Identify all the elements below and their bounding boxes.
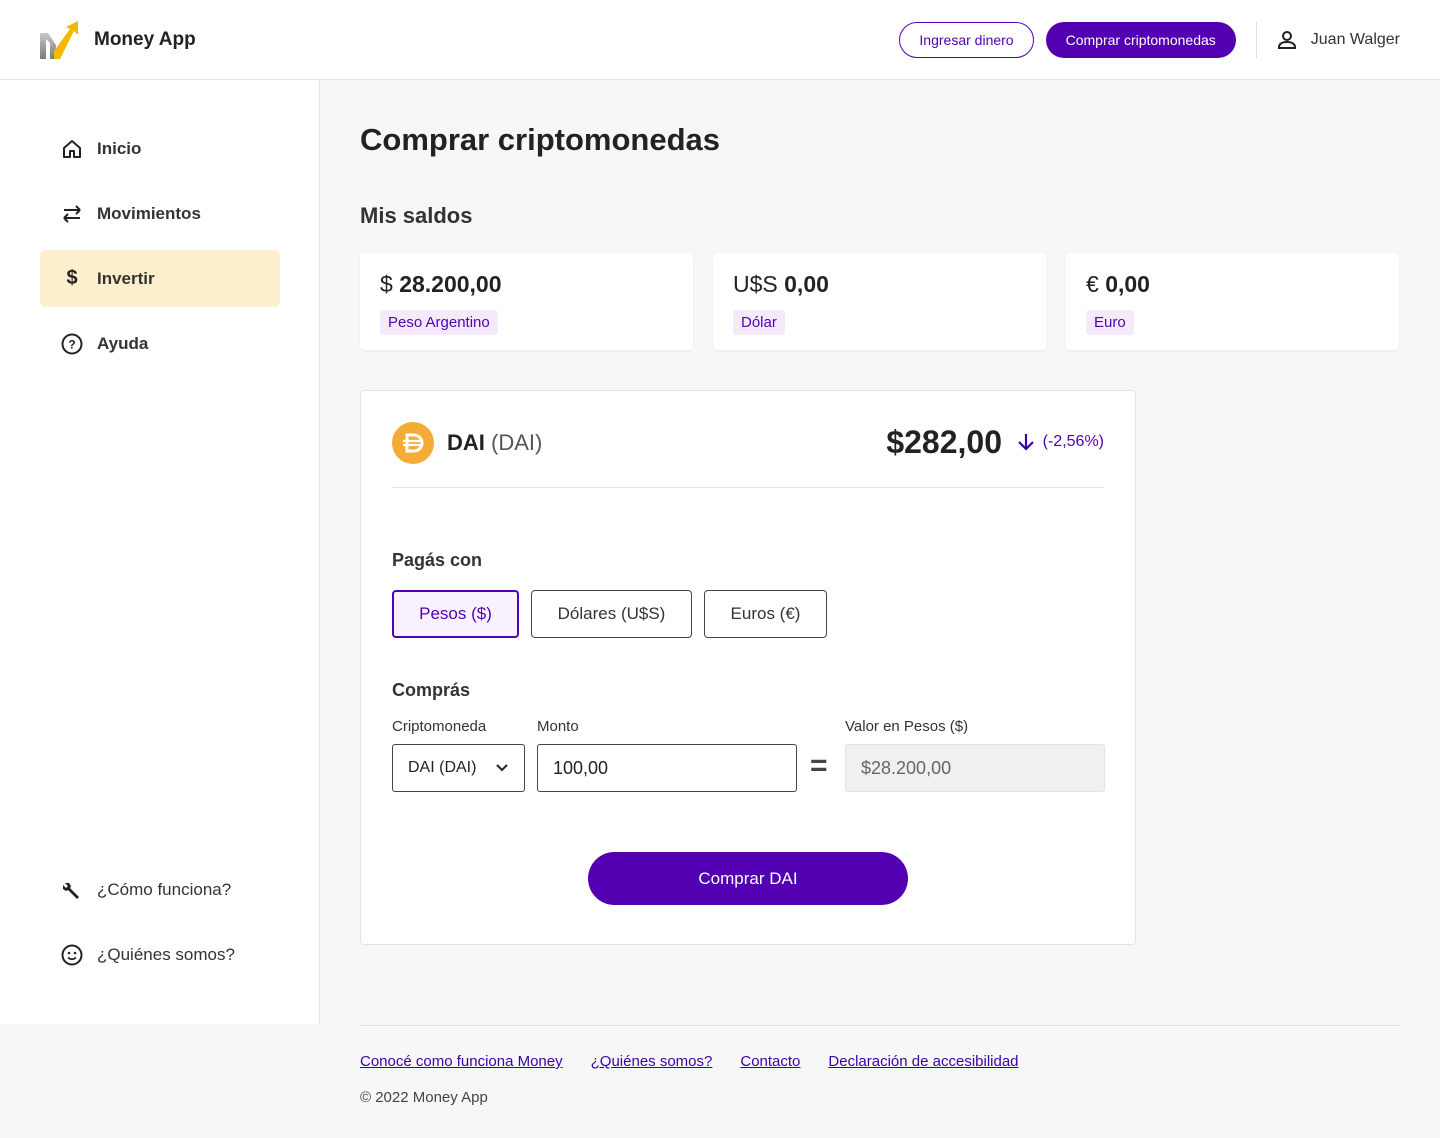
footer-divider xyxy=(360,1025,1400,1026)
value-in-pesos-field: $28.200,00 xyxy=(845,744,1105,792)
crypto-label: Criptomoneda xyxy=(392,718,487,735)
chevron-down-icon xyxy=(496,764,508,772)
balance-card-pesos: $ 28.200,00 Peso Argentino xyxy=(360,253,693,350)
balance-card-euros: € 0,00 Euro xyxy=(1066,253,1399,350)
pay-dolares-button[interactable]: Dólares (U$S) xyxy=(531,590,692,638)
user-menu[interactable]: Juan Walger xyxy=(1275,28,1400,52)
arrow-down-icon xyxy=(1017,434,1034,451)
balances-title: Mis saldos xyxy=(360,203,473,228)
user-icon xyxy=(1277,30,1296,49)
amount-input[interactable]: 100,00 xyxy=(537,744,797,792)
page-title: Comprar criptomonedas xyxy=(360,122,721,157)
dai-coin-icon xyxy=(392,422,434,464)
coin-price: $282,00 xyxy=(886,424,1002,460)
crypto-purchase-card: DAI (DAI) $282,00 (-2,56%) Pagás con Pes… xyxy=(360,390,1136,945)
crypto-select[interactable]: DAI (DAI) xyxy=(392,744,525,792)
balance-amount: 28.200,00 xyxy=(399,271,502,297)
app-name: Money App xyxy=(94,28,196,50)
amount-input-value: 100,00 xyxy=(553,757,609,778)
smiley-icon xyxy=(61,944,83,966)
buy-crypto-header-button[interactable]: Comprar criptomonedas xyxy=(1045,21,1236,58)
app-logo[interactable]: Money App xyxy=(40,20,196,59)
coin-change: (-2,56%) xyxy=(1017,432,1104,452)
balance-card-dolares: U$S 0,00 Dólar xyxy=(713,253,1046,350)
crypto-select-value: DAI (DAI) xyxy=(408,759,477,776)
pay-with-title: Pagás con xyxy=(392,550,483,570)
sidebar-item-label: Invertir xyxy=(97,268,155,288)
sidebar-item-label: Ayuda xyxy=(97,333,149,353)
user-name: Juan Walger xyxy=(1310,30,1400,48)
amount-label: Monto xyxy=(537,718,579,735)
value-label: Valor en Pesos ($) xyxy=(845,718,969,735)
sidebar-item-label: Inicio xyxy=(97,138,142,158)
balance-amount: 0,00 xyxy=(784,271,829,297)
currency-badge: Peso Argentino xyxy=(380,310,498,335)
sidebar-item-label: Movimientos xyxy=(97,203,201,223)
sidebar-item-inicio[interactable]: Inicio xyxy=(40,120,280,177)
coin-name: DAI (DAI) xyxy=(447,430,542,456)
value-in-pesos: $28.200,00 xyxy=(861,757,952,778)
footer-link-como-funciona[interactable]: Conocé como funciona Money xyxy=(360,1053,563,1070)
dollar-icon: $ xyxy=(66,267,78,289)
sidebar-item-invertir[interactable]: $ Invertir xyxy=(40,250,280,307)
pay-euros-button[interactable]: Euros (€) xyxy=(704,590,827,638)
top-header: Money App Ingresar dinero Comprar cripto… xyxy=(0,0,1440,80)
sidebar-item-label: ¿Quiénes somos? xyxy=(97,944,235,964)
balance-symbol: € xyxy=(1086,271,1099,297)
sidebar-item-como-funciona[interactable]: ¿Cómo funciona? xyxy=(40,861,280,918)
swap-arrows-icon xyxy=(61,203,83,225)
sidebar-item-quienes-somos[interactable]: ¿Quiénes somos? xyxy=(40,926,280,983)
footer-link-accesibilidad[interactable]: Declaración de accesibilidad xyxy=(828,1053,1018,1070)
home-icon xyxy=(61,138,83,160)
coin-change-value: (-2,56%) xyxy=(1042,433,1104,450)
balance-symbol: $ xyxy=(380,271,393,297)
money-logo-icon xyxy=(40,20,78,59)
sidebar-item-label: ¿Cómo funciona? xyxy=(97,879,232,899)
deposit-button[interactable]: Ingresar dinero xyxy=(899,21,1034,58)
currency-badge: Euro xyxy=(1086,310,1134,335)
footer-link-contacto[interactable]: Contacto xyxy=(740,1053,800,1070)
svg-text:?: ? xyxy=(68,337,75,351)
buy-dai-button[interactable]: Comprar DAI xyxy=(588,852,908,905)
coin-symbol: (DAI) xyxy=(491,430,543,455)
header-divider xyxy=(1255,21,1257,58)
wrench-icon xyxy=(61,879,83,901)
help-circle-icon: ? xyxy=(61,333,83,355)
footer-links: Conocé como funciona Money ¿Quiénes somo… xyxy=(360,1053,1019,1070)
currency-badge: Dólar xyxy=(733,310,785,335)
coin-header: DAI (DAI) $282,00 (-2,56%) xyxy=(392,422,1104,488)
sidebar: Inicio Movimientos $ Invertir ? Ayuda ¿C… xyxy=(0,80,320,1024)
sidebar-item-ayuda[interactable]: ? Ayuda xyxy=(40,315,280,372)
balance-symbol: U$S xyxy=(733,271,778,297)
equals-sign: = xyxy=(810,749,828,782)
coin-name-text: DAI xyxy=(447,430,485,455)
sidebar-item-movimientos[interactable]: Movimientos xyxy=(40,185,280,242)
balance-amount: 0,00 xyxy=(1105,271,1150,297)
footer-link-quienes-somos[interactable]: ¿Quiénes somos? xyxy=(591,1053,713,1070)
pay-pesos-button[interactable]: Pesos ($) xyxy=(392,590,519,638)
buy-title: Comprás xyxy=(392,680,471,700)
copyright: © 2022 Money App xyxy=(360,1089,488,1106)
